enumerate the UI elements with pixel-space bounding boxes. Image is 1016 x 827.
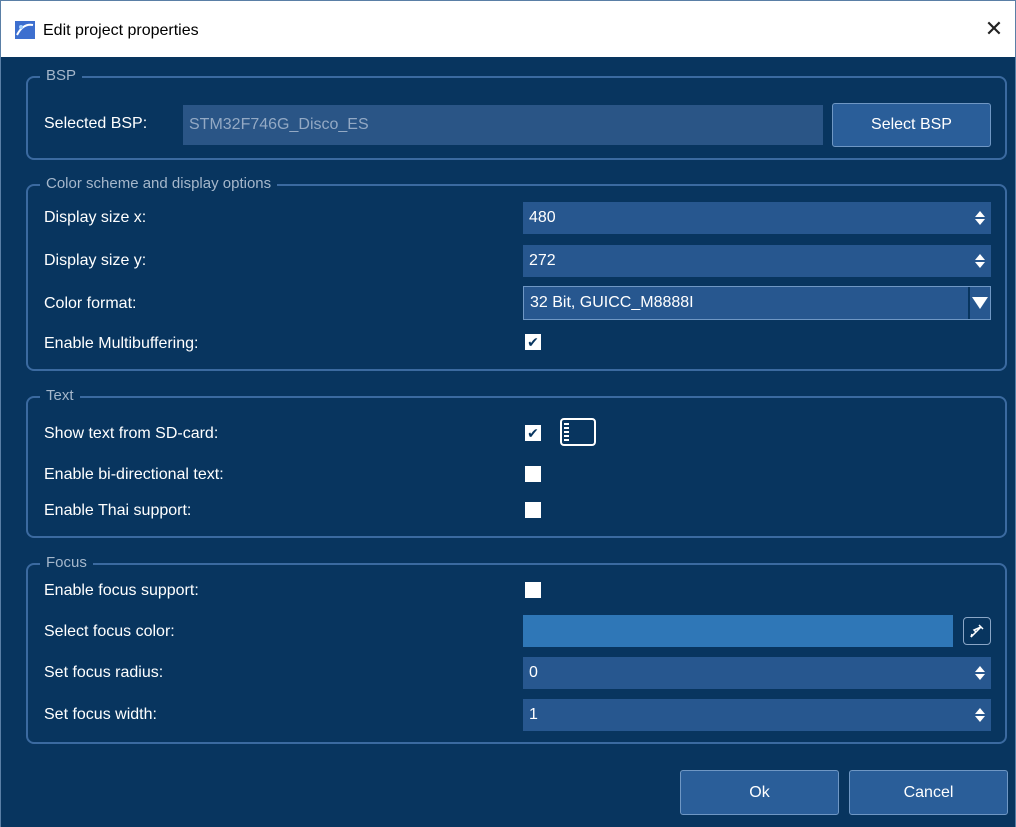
focus-color-label: Select focus color: <box>44 623 175 640</box>
focus-group-title: Focus <box>40 554 93 571</box>
display-size-x-value: 480 <box>529 209 556 226</box>
multibuffering-checkbox[interactable]: ✔ <box>525 334 541 350</box>
spin-up-icon[interactable] <box>975 254 985 260</box>
spin-down-icon[interactable] <box>975 219 985 225</box>
ok-button[interactable]: Ok <box>680 770 839 815</box>
selected-bsp-field: STM32F746G_Disco_ES <box>183 105 823 145</box>
spin-down-icon[interactable] <box>975 716 985 722</box>
close-icon: ✕ <box>984 16 1004 41</box>
thai-support-label: Enable Thai support: <box>44 502 192 519</box>
window-title: Edit project properties <box>43 22 199 39</box>
bidi-text-checkbox[interactable] <box>525 466 541 482</box>
bsp-group-title: BSP <box>40 67 83 84</box>
select-bsp-button[interactable]: Select BSP <box>832 103 991 147</box>
spin-arrows[interactable] <box>975 202 985 234</box>
focus-radius-label: Set focus radius: <box>44 664 164 681</box>
display-size-x-spinbox[interactable]: 480 <box>523 202 991 234</box>
spin-arrows[interactable] <box>975 699 985 731</box>
display-size-y-spinbox[interactable]: 272 <box>523 245 991 277</box>
bidi-text-label: Enable bi-directional text: <box>44 466 224 483</box>
thai-support-checkbox[interactable] <box>525 502 541 518</box>
spin-up-icon[interactable] <box>975 708 985 714</box>
spin-arrows[interactable] <box>975 245 985 277</box>
sd-card-icon <box>560 418 596 446</box>
display-options-group: Color scheme and display options Display… <box>26 175 1007 371</box>
focus-radius-spinbox[interactable]: 0 <box>523 657 991 689</box>
close-button[interactable]: ✕ <box>979 14 1009 44</box>
spin-up-icon[interactable] <box>975 211 985 217</box>
focus-width-value: 1 <box>529 706 538 723</box>
display-size-y-label: Display size y: <box>44 252 147 269</box>
display-size-x-label: Display size x: <box>44 209 147 226</box>
focus-radius-value: 0 <box>529 664 538 681</box>
focus-color-swatch[interactable] <box>523 615 953 647</box>
color-format-select[interactable]: 32 Bit, GUICC_M8888I <box>523 286 991 320</box>
color-format-value: 32 Bit, GUICC_M8888I <box>530 294 694 311</box>
focus-support-label: Enable focus support: <box>44 582 199 599</box>
combo-dropdown-button[interactable] <box>968 287 990 319</box>
eyedropper-icon <box>970 624 984 638</box>
checkmark-icon: ✔ <box>527 334 539 350</box>
sd-card-label: Show text from SD-card: <box>44 425 219 442</box>
text-group: Text Show text from SD-card: ✔ Enable bi… <box>26 387 1007 538</box>
spin-down-icon[interactable] <box>975 674 985 680</box>
color-format-label: Color format: <box>44 295 137 312</box>
bsp-group: BSP Selected BSP: STM32F746G_Disco_ES Se… <box>26 67 1007 160</box>
app-icon <box>15 21 35 39</box>
chevron-down-icon <box>972 297 988 309</box>
title-bar: Edit project properties ✕ <box>1 1 1015 57</box>
spin-up-icon[interactable] <box>975 666 985 672</box>
selected-bsp-value: STM32F746G_Disco_ES <box>189 116 369 133</box>
checkmark-icon: ✔ <box>527 425 539 441</box>
cancel-button[interactable]: Cancel <box>849 770 1008 815</box>
focus-width-label: Set focus width: <box>44 706 157 723</box>
focus-width-spinbox[interactable]: 1 <box>523 699 991 731</box>
color-picker-button[interactable] <box>963 617 991 645</box>
spin-arrows[interactable] <box>975 657 985 689</box>
focus-support-checkbox[interactable] <box>525 582 541 598</box>
display-group-title: Color scheme and display options <box>40 175 278 192</box>
multibuffering-label: Enable Multibuffering: <box>44 335 199 352</box>
selected-bsp-label: Selected BSP: <box>44 115 148 132</box>
dialog-body: BSP Selected BSP: STM32F746G_Disco_ES Se… <box>1 57 1015 827</box>
display-size-y-value: 272 <box>529 252 556 269</box>
text-group-title: Text <box>40 387 80 404</box>
dialog-window: Edit project properties ✕ BSP Selected B… <box>0 0 1016 827</box>
sd-card-checkbox[interactable]: ✔ <box>525 425 541 441</box>
focus-group: Focus Enable focus support: Select focus… <box>26 554 1007 744</box>
spin-down-icon[interactable] <box>975 262 985 268</box>
